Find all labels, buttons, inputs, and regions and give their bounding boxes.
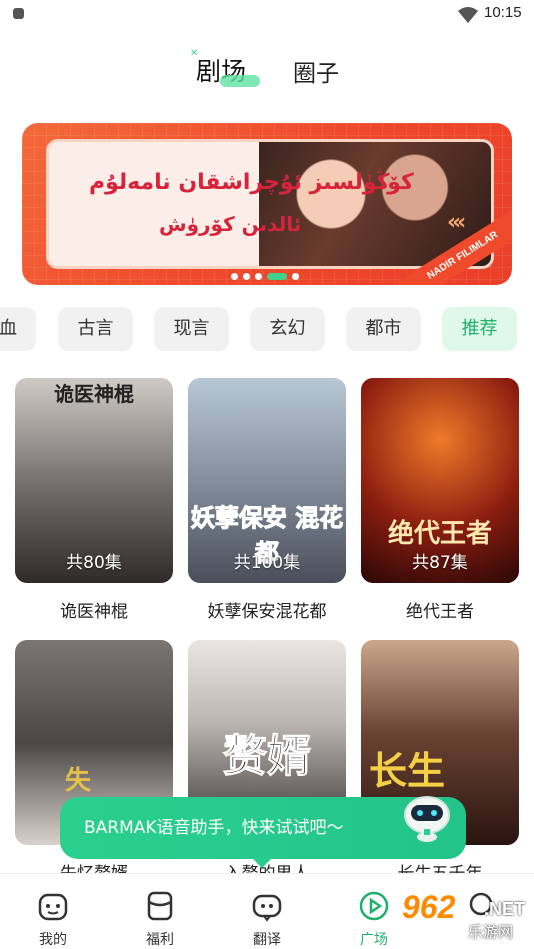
drama-title: 绝代王者	[406, 602, 474, 622]
face-icon	[38, 893, 68, 921]
carousel-dot[interactable]	[292, 272, 299, 280]
tab-circle[interactable]: 圈子	[293, 54, 339, 88]
tab-label: 福利	[146, 932, 174, 948]
poster-art-title: 绝代王者	[387, 519, 492, 549]
category-bar: 血 古言 现言 玄幻 都市 推荐	[0, 307, 534, 351]
category-chip[interactable]: 现言	[154, 307, 229, 351]
poster-art-title: 失	[65, 766, 92, 796]
drama-title: 妖孽保安混花都	[207, 602, 327, 622]
drama-title: 诡医神棍	[60, 602, 128, 622]
arrows-icon: ‹‹‹	[447, 210, 466, 235]
top-tabs: ✕ 剧场 圈子	[0, 48, 534, 90]
poster-top-text: 诡医神棍	[54, 382, 134, 406]
drama-card[interactable]: 妖孽保安 混花都 共100集 妖孽保安混花都	[188, 378, 346, 622]
watermark-cn: 乐游网	[468, 923, 514, 941]
drama-poster: 妖孽保安 混花都 共100集	[188, 378, 346, 583]
watermark-number: 962	[402, 889, 456, 925]
watermark-logo: 962 .NET 乐游网	[398, 887, 528, 943]
carousel-dot-active[interactable]	[267, 272, 287, 280]
carousel-dot[interactable]	[231, 272, 238, 280]
tab-mine[interactable]: 我的	[13, 874, 93, 949]
banner-headline: كۆڭۈلسىز ئۇچراشقان نامەلۇم	[89, 170, 414, 195]
tab-welfare[interactable]: 福利	[120, 874, 200, 949]
tip-tail	[252, 858, 272, 868]
robot-icon	[252, 894, 282, 922]
robot-assistant-icon[interactable]	[397, 793, 457, 843]
drama-card[interactable]: 绝代王者 共87集 绝代王者	[361, 378, 519, 622]
wifi-icon	[458, 7, 478, 23]
episode-count: 共100集	[233, 553, 301, 573]
play-icon	[359, 891, 389, 921]
status-time: 10:15	[484, 4, 522, 21]
drama-poster: 诡医神棍 共80集	[15, 378, 173, 583]
category-chip[interactable]: 血	[0, 307, 36, 351]
episode-count: 共87集	[412, 553, 468, 573]
drama-card[interactable]: 诡医神棍 共80集 诡医神棍	[15, 378, 173, 622]
tab-label: 翻译	[253, 932, 281, 948]
promo-banner[interactable]: كۆڭۈلسىز ئۇچراشقان نامەلۇم ئالدىن كۆرۈش …	[22, 123, 512, 285]
carousel-dot[interactable]	[255, 272, 262, 280]
tab-active-indicator	[220, 75, 260, 87]
carousel-dot[interactable]	[243, 272, 250, 280]
episode-count: 共80集	[66, 553, 122, 573]
status-bar: 10:15	[0, 0, 534, 30]
category-chip[interactable]: 都市	[346, 307, 421, 351]
poster-art-title: 赘婿	[223, 731, 312, 783]
category-chip[interactable]: 玄幻	[250, 307, 325, 351]
app-screen: 10:15 ✕ 剧场 圈子 كۆڭۈلسىز ئۇچراشقان نامەلۇم…	[0, 0, 534, 949]
notification-icon	[13, 8, 24, 19]
watermark-net: .NET	[484, 899, 526, 919]
category-chip[interactable]: 古言	[58, 307, 133, 351]
banner-subline: ئالدىن كۆرۈش	[159, 212, 302, 236]
category-chip-active[interactable]: 推荐	[442, 307, 517, 351]
cup-icon	[147, 891, 173, 921]
drama-poster: 绝代王者 共87集	[361, 378, 519, 583]
tab-translate[interactable]: 翻译	[227, 874, 307, 949]
carousel-dots	[231, 272, 299, 280]
banner-card: كۆڭۈلسىز ئۇچراشقان نامەلۇم ئالدىن كۆرۈش …	[46, 139, 494, 269]
tab-label: 我的	[39, 932, 67, 948]
tip-text: BARMAK语音助手，快来试试吧～	[84, 818, 344, 838]
poster-art-title: 长生	[369, 749, 446, 793]
